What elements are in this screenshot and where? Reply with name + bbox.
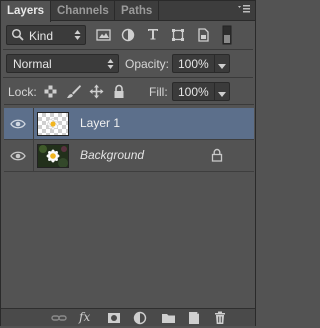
layer-row-layer-1[interactable]: Layer 1 [4,108,254,140]
filter-kind-select[interactable]: Kind [6,25,86,45]
chevron-down-icon[interactable] [218,61,226,73]
opacity-value: 100% [178,57,209,71]
blend-mode-value: Normal [13,57,52,71]
image-filter-icon[interactable] [96,28,112,44]
smart-object-filter-icon[interactable] [196,28,212,44]
layers-panel: Layers Channels Paths Kind Normal Opacit… [0,0,256,326]
eye-icon[interactable] [10,150,26,162]
adjustment-layer-icon[interactable] [133,311,149,325]
chevron-updown-icon [74,29,81,44]
separator [3,77,253,78]
lock-all-icon[interactable] [113,84,129,100]
layer-name[interactable]: Background [80,148,144,162]
layers-footer: fx [1,308,255,326]
layer-thumbnail[interactable] [37,144,69,168]
tab-channels[interactable]: Channels [51,1,115,21]
lock-transparent-icon[interactable] [44,85,60,101]
divider [214,55,215,72]
lock-label: Lock: [8,85,37,99]
filter-kind-label: Kind [29,29,54,43]
adjustment-filter-icon[interactable] [121,28,137,44]
blend-mode-select[interactable]: Normal [6,54,119,73]
layer-row-background[interactable]: Background [4,140,254,172]
eye-icon[interactable] [10,118,26,130]
layer-name[interactable]: Layer 1 [80,116,120,130]
chevron-down-icon[interactable] [218,89,226,101]
lock-image-icon[interactable] [66,84,82,100]
type-filter-icon[interactable] [146,27,162,43]
lock-icon [211,148,223,162]
fx-icon[interactable]: fx [79,310,99,324]
search-icon [11,28,27,44]
opacity-field[interactable]: 100% [172,54,230,73]
fill-field[interactable]: 100% [172,82,230,101]
layers-list: Layer 1 Background [4,104,254,299]
tab-paths[interactable]: Paths [115,1,159,21]
opacity-label: Opacity: [125,57,170,71]
fill-value: 100% [178,85,209,99]
divider [214,83,215,100]
filter-toggle-icon[interactable] [222,25,232,45]
fill-label: Fill: [149,85,168,99]
link-layers-icon[interactable] [51,311,67,325]
separator [3,49,253,50]
shape-filter-icon[interactable] [171,28,187,44]
add-mask-icon[interactable] [107,311,123,325]
delete-layer-icon[interactable] [213,311,229,325]
tab-layers[interactable]: Layers [1,1,51,22]
new-layer-icon[interactable] [187,311,203,325]
layer-thumbnail[interactable] [37,112,69,136]
new-group-icon[interactable] [161,311,177,325]
divider [33,140,34,172]
lock-position-icon[interactable] [89,84,105,100]
tab-bar: Layers Channels Paths [1,1,255,22]
chevron-updown-icon [107,58,114,73]
panel-menu-icon[interactable] [237,4,251,16]
divider [33,108,34,140]
